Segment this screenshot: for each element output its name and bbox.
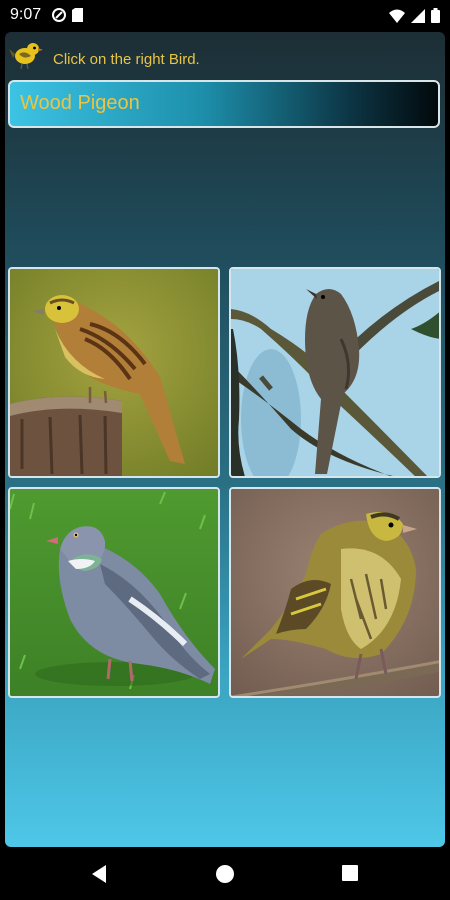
recents-icon[interactable]	[341, 864, 359, 882]
yellowhammer-image	[10, 269, 218, 476]
answer-grid	[8, 267, 443, 703]
quiz-screen: Click on the right Bird. Wood Pigeon	[5, 32, 445, 847]
wifi-icon	[389, 9, 405, 23]
bird-option-1[interactable]	[8, 267, 220, 478]
bird-name-box: Wood Pigeon	[8, 80, 440, 128]
app-header: Click on the right Bird.	[5, 32, 445, 78]
do-not-disturb-icon	[52, 8, 66, 22]
bird-option-4[interactable]	[229, 487, 441, 698]
home-icon[interactable]	[215, 864, 235, 884]
battery-icon	[431, 8, 440, 23]
bird-option-2[interactable]	[229, 267, 441, 478]
nightingale-image	[231, 269, 439, 476]
status-time: 9:07	[10, 6, 42, 23]
bird-name-label: Wood Pigeon	[20, 92, 140, 114]
navigation-bar	[0, 850, 450, 900]
instruction-text: Click on the right Bird.	[53, 51, 200, 68]
wood-pigeon-image	[10, 489, 218, 696]
sim-card-icon	[72, 8, 83, 22]
back-icon[interactable]	[90, 864, 108, 884]
bird-logo-icon	[9, 43, 43, 70]
siskin-image	[231, 489, 439, 696]
signal-icon	[411, 8, 425, 23]
status-bar: 9:07	[0, 0, 450, 32]
bird-option-3[interactable]	[8, 487, 220, 698]
